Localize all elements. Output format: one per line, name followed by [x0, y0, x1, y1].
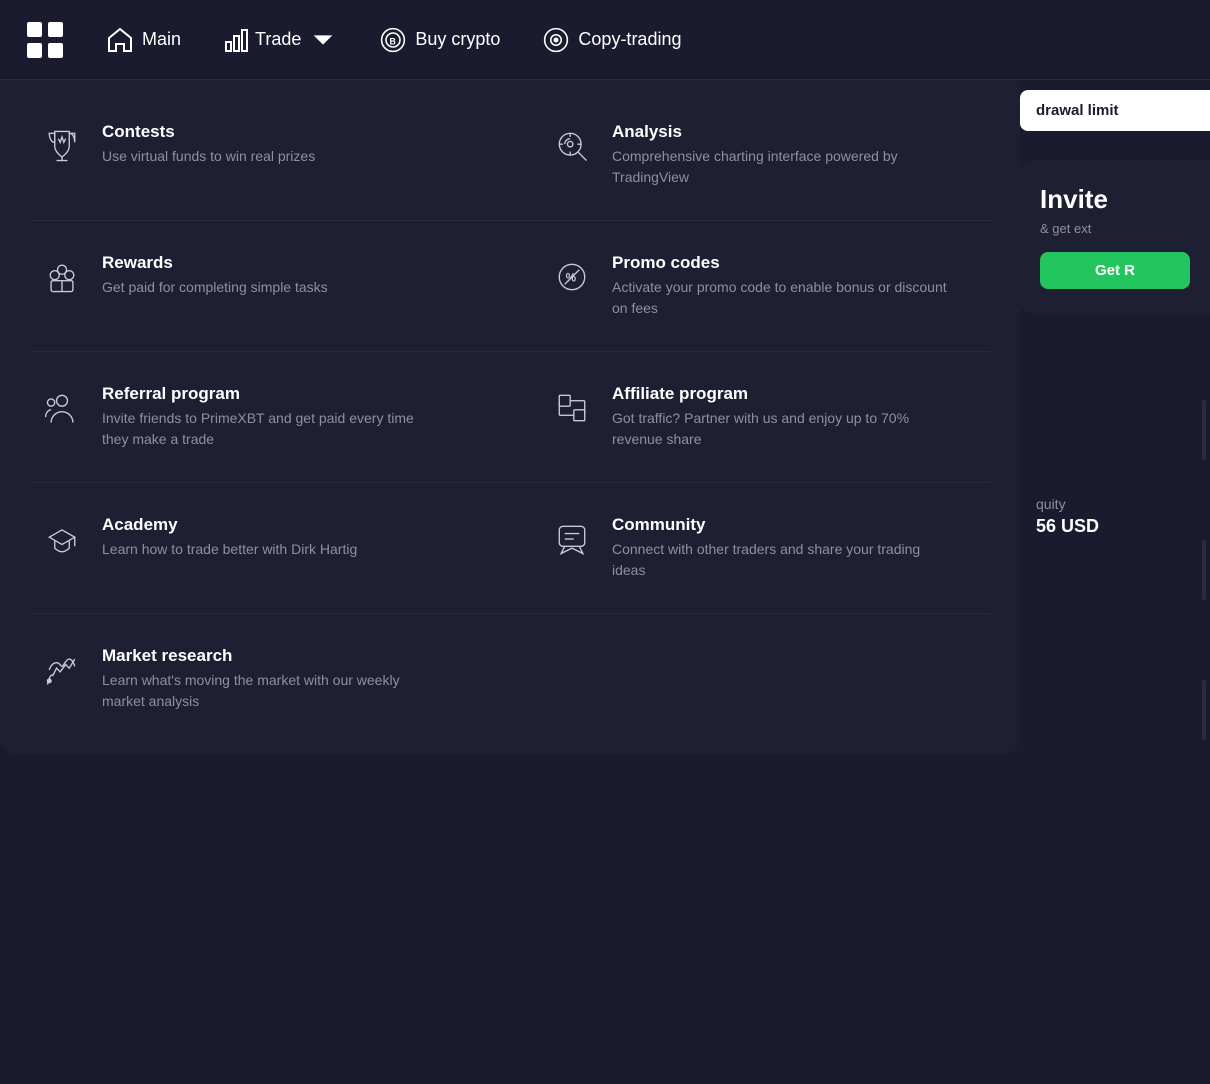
withdrawal-limit-text: drawal limit [1036, 102, 1119, 119]
community-icon [550, 517, 594, 561]
promo-icon: % [550, 255, 594, 299]
logo[interactable] [20, 15, 70, 65]
equity-section: quity 56 USD [1020, 480, 1210, 553]
chevron-down-icon [309, 26, 337, 54]
nav-copy-trading[interactable]: Copy-trading [526, 16, 697, 64]
scrollbar-track-2 [1202, 540, 1206, 600]
referral-description: Invite friends to PrimeXBT and get paid … [102, 408, 442, 450]
referral-content: Referral program Invite friends to Prime… [102, 384, 442, 450]
academy-title: Academy [102, 515, 357, 535]
promo-description: Activate your promo code to enable bonus… [612, 277, 952, 319]
dropdown-contests[interactable]: Contests Use virtual funds to win real p… [0, 100, 510, 210]
navbar: Main Trade B Buy crypto Copy-trading [0, 0, 1210, 80]
market-research-title: Market research [102, 646, 442, 666]
divider-4 [30, 613, 990, 614]
nav-buy-crypto[interactable]: B Buy crypto [363, 16, 516, 64]
divider-3 [30, 482, 990, 483]
buy-crypto-icon: B [379, 26, 407, 54]
rewards-icon [40, 255, 84, 299]
trade-icon [223, 26, 251, 54]
nav-trade[interactable]: Trade [207, 16, 353, 64]
dropdown-promo[interactable]: % Promo codes Activate your promo code t… [510, 231, 1020, 341]
divider-2 [30, 351, 990, 352]
grid-icon [25, 20, 65, 60]
nav-buy-crypto-label: Buy crypto [415, 29, 500, 50]
get-button[interactable]: Get R [1040, 252, 1190, 289]
community-title: Community [612, 515, 952, 535]
invite-panel: Invite & get ext Get R [1020, 160, 1210, 313]
dropdown-menu: Contests Use virtual funds to win real p… [0, 80, 1020, 754]
contests-content: Contests Use virtual funds to win real p… [102, 122, 315, 167]
referral-title: Referral program [102, 384, 442, 404]
nav-main[interactable]: Main [90, 16, 197, 64]
dropdown-referral[interactable]: Referral program Invite friends to Prime… [0, 362, 510, 472]
market-research-icon [40, 648, 84, 692]
academy-content: Academy Learn how to trade better with D… [102, 515, 357, 560]
nav-copy-trading-label: Copy-trading [578, 29, 681, 50]
market-research-description: Learn what's moving the market with our … [102, 670, 442, 712]
dropdown-grid: Contests Use virtual funds to win real p… [0, 100, 1020, 734]
analysis-icon [550, 124, 594, 168]
equity-label: quity [1036, 496, 1194, 512]
home-icon [106, 26, 134, 54]
community-content: Community Connect with other traders and… [612, 515, 952, 581]
scrollbar[interactable] [1202, 400, 1206, 740]
rewards-content: Rewards Get paid for completing simple t… [102, 253, 328, 298]
referral-icon [40, 386, 84, 430]
community-description: Connect with other traders and share you… [612, 539, 952, 581]
copy-trading-icon [542, 26, 570, 54]
analysis-content: Analysis Comprehensive charting interfac… [612, 122, 952, 188]
promo-content: Promo codes Activate your promo code to … [612, 253, 952, 319]
affiliate-icon [550, 386, 594, 430]
dropdown-analysis[interactable]: Analysis Comprehensive charting interfac… [510, 100, 1020, 210]
dropdown-community[interactable]: Community Connect with other traders and… [510, 493, 1020, 603]
invite-title: Invite [1040, 184, 1190, 215]
dropdown-rewards[interactable]: Rewards Get paid for completing simple t… [0, 231, 510, 341]
dropdown-affiliate[interactable]: Affiliate program Got traffic? Partner w… [510, 362, 1020, 472]
affiliate-description: Got traffic? Partner with us and enjoy u… [612, 408, 952, 450]
trophy-icon [40, 124, 84, 168]
promo-title: Promo codes [612, 253, 952, 273]
dropdown-academy[interactable]: Academy Learn how to trade better with D… [0, 493, 510, 603]
scrollbar-track-3 [1202, 680, 1206, 740]
withdrawal-limit-banner: drawal limit [1020, 90, 1210, 131]
contests-title: Contests [102, 122, 315, 142]
scrollbar-track [1202, 400, 1206, 460]
equity-value: 56 USD [1036, 516, 1194, 537]
rewards-title: Rewards [102, 253, 328, 273]
analysis-title: Analysis [612, 122, 952, 142]
invite-subtitle: & get ext [1040, 221, 1190, 236]
dropdown-market-research[interactable]: Market research Learn what's moving the … [0, 624, 510, 734]
affiliate-title: Affiliate program [612, 384, 952, 404]
market-research-content: Market research Learn what's moving the … [102, 646, 442, 712]
analysis-description: Comprehensive charting interface powered… [612, 146, 952, 188]
divider-1 [30, 220, 990, 221]
academy-description: Learn how to trade better with Dirk Hart… [102, 539, 357, 560]
svg-text:B: B [390, 36, 396, 46]
rewards-description: Get paid for completing simple tasks [102, 277, 328, 298]
nav-trade-label: Trade [255, 29, 301, 50]
affiliate-content: Affiliate program Got traffic? Partner w… [612, 384, 952, 450]
right-panel: drawal limit Invite & get ext Get R quit… [1020, 0, 1210, 1084]
nav-main-label: Main [142, 29, 181, 50]
contests-description: Use virtual funds to win real prizes [102, 146, 315, 167]
academy-icon [40, 517, 84, 561]
